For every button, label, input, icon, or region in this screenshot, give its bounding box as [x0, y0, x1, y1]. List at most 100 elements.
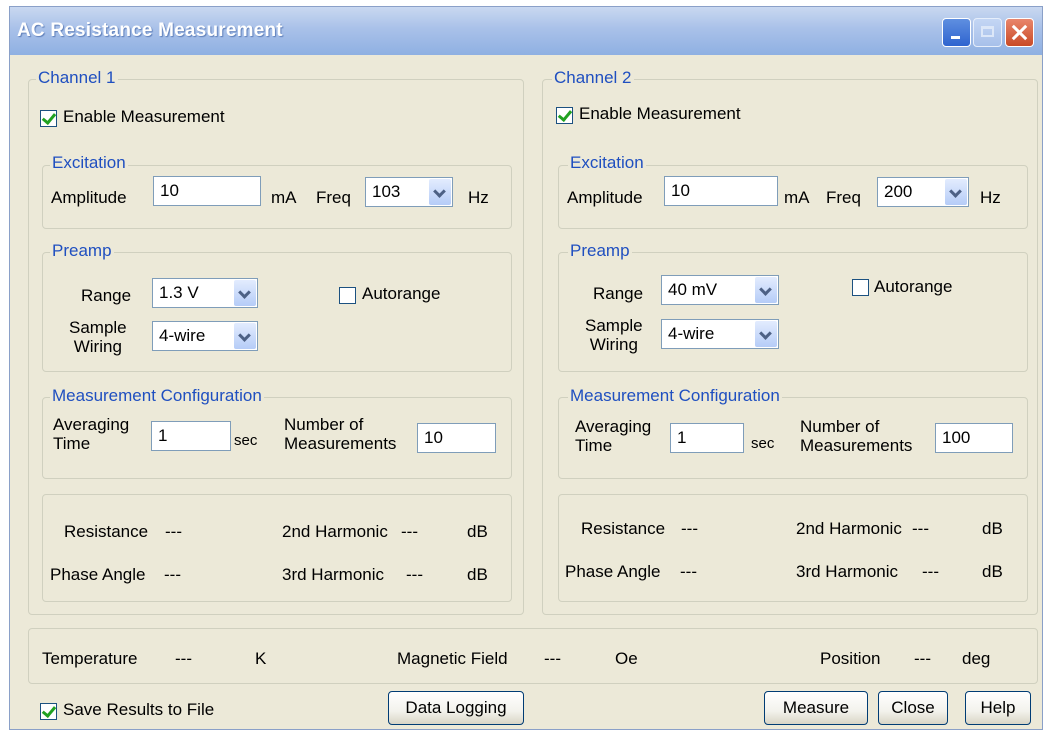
channel-2-enable-label: Enable Measurement: [579, 104, 741, 123]
channel-1-range-select[interactable]: 1.3 V: [152, 278, 258, 308]
channel-2-results-group: [558, 494, 1028, 602]
channel-1-h2-value: ---: [401, 522, 418, 541]
channel-1-amplitude-unit: mA: [271, 188, 297, 207]
channel-1-wiring-select[interactable]: 4-wire: [152, 321, 258, 351]
channel-2-config-label: Measurement Configuration: [568, 386, 782, 406]
minimize-button[interactable]: [942, 18, 971, 47]
channel-2-h2-unit: dB: [982, 519, 1003, 538]
position-label: Position: [820, 649, 881, 668]
channel-2-freq-value: 200: [884, 182, 913, 201]
chevron-down-icon[interactable]: [945, 179, 967, 205]
channel-1-results-group: [42, 494, 512, 602]
channel-2-range-value: 40 mV: [668, 280, 718, 299]
temperature-value: ---: [175, 649, 192, 668]
channel-1-amplitude-input[interactable]: 10: [153, 176, 261, 206]
channel-1-wiring-label: Sample Wiring: [69, 318, 127, 356]
magnetic-field-value: ---: [544, 649, 561, 668]
channel-1-h2-label: 2nd Harmonic: [282, 522, 388, 541]
save-results-label: Save Results to File: [63, 700, 215, 719]
channel-2-avg-label: Averaging Time: [575, 417, 651, 455]
chevron-down-icon[interactable]: [234, 323, 256, 349]
channel-2-avg-label-line-1: Averaging: [575, 417, 652, 436]
channel-1-avg-label-line-1: Averaging: [53, 415, 130, 434]
channel-2-h3-label: 3rd Harmonic: [796, 562, 899, 581]
channel-1-enable-label: Enable Measurement: [63, 107, 225, 126]
channel-1-resistance-value: ---: [165, 522, 182, 541]
channel-2-num-input[interactable]: 100: [935, 423, 1013, 453]
channel-2-avg-label-line-2: Time: [575, 436, 613, 455]
channel-1-freq-unit: Hz: [468, 188, 489, 207]
channel-2-amplitude-unit: mA: [784, 188, 810, 207]
channel-1-range-label: Range: [81, 286, 132, 305]
save-results-checkbox[interactable]: [40, 703, 57, 720]
channel-1-avg-input[interactable]: 1: [151, 421, 231, 451]
channel-2-freq-select[interactable]: 200: [877, 177, 969, 207]
channel-1-avg-label-line-2: Time: [53, 434, 91, 453]
channel-1-config-label: Measurement Configuration: [50, 386, 264, 406]
position-value: ---: [914, 649, 931, 668]
channel-1-phase-value: ---: [164, 565, 181, 584]
channel-1-freq-value: 103: [372, 182, 401, 201]
channel-1-resistance-label: Resistance: [64, 522, 149, 541]
channel-2-resistance-value: ---: [681, 519, 698, 538]
channel-2-preamp-group: [558, 252, 1028, 372]
close-window-button[interactable]: [1005, 18, 1034, 47]
channel-2-resistance-label: Resistance: [581, 519, 666, 538]
channel-2-freq-unit: Hz: [980, 188, 1001, 207]
maximize-icon: [981, 26, 994, 37]
dialog-window: AC Resistance Measurement Channel 1 Enab…: [9, 6, 1043, 730]
title-bar[interactable]: AC Resistance Measurement: [10, 7, 1042, 55]
chevron-down-icon[interactable]: [755, 277, 777, 303]
channel-1-wiring-value: 4-wire: [159, 326, 206, 345]
temperature-label: Temperature: [42, 649, 138, 668]
channel-2-enable-checkbox[interactable]: [556, 107, 573, 124]
channel-1-avg-unit: sec: [234, 432, 258, 449]
channel-1-num-input[interactable]: 10: [417, 423, 496, 453]
channel-1-amplitude-label: Amplitude: [51, 188, 127, 207]
channel-2-autorange-checkbox[interactable]: [852, 279, 869, 296]
channel-2-avg-input[interactable]: 1: [670, 423, 744, 453]
measure-button[interactable]: Measure: [764, 691, 868, 725]
channel-1-wiring-label-line-1: Sample: [69, 318, 127, 337]
minimize-icon: [951, 36, 960, 39]
chevron-down-icon[interactable]: [429, 179, 451, 205]
channel-1-autorange-checkbox[interactable]: [339, 287, 356, 304]
channel-1-h3-label: 3rd Harmonic: [282, 565, 385, 584]
help-button[interactable]: Help: [965, 691, 1031, 725]
channel-2-h3-value: ---: [922, 562, 939, 581]
channel-1-num-label-line-2: Measurements: [284, 434, 397, 453]
close-button[interactable]: Close: [878, 691, 948, 725]
channel-2-wiring-label-line-2: Wiring: [589, 335, 638, 354]
chevron-down-icon[interactable]: [755, 321, 777, 347]
channel-2-amplitude-input[interactable]: 10: [664, 176, 778, 206]
channel-1-num-label: Number of Measurements: [284, 415, 396, 453]
channel-2-autorange-label: Autorange: [874, 277, 953, 296]
channel-1-excitation-label: Excitation: [50, 153, 128, 173]
channel-2-phase-value: ---: [680, 562, 697, 581]
channel-2-num-label: Number of Measurements: [800, 417, 912, 455]
channel-2-range-label: Range: [593, 284, 644, 303]
magnetic-field-unit: Oe: [615, 649, 638, 668]
magnetic-field-label: Magnetic Field: [397, 649, 508, 668]
chevron-down-icon[interactable]: [234, 280, 256, 306]
channel-2-wiring-label-line-1: Sample: [585, 316, 643, 335]
data-logging-button[interactable]: Data Logging: [388, 691, 524, 725]
channel-2-h2-label: 2nd Harmonic: [796, 519, 902, 538]
channel-2-range-select[interactable]: 40 mV: [661, 275, 779, 305]
channel-1-avg-label: Averaging Time: [53, 415, 129, 453]
channel-2-num-label-line-1: Number of: [800, 417, 880, 436]
channel-1-label: Channel 1: [36, 68, 118, 88]
channel-2-phase-label: Phase Angle: [565, 562, 661, 581]
channel-1-h2-unit: dB: [467, 522, 488, 541]
channel-2-label: Channel 2: [552, 68, 634, 88]
channel-1-freq-select[interactable]: 103: [365, 177, 453, 207]
temperature-unit: K: [255, 649, 267, 668]
channel-2-freq-label: Freq: [826, 188, 861, 207]
channel-1-preamp-label: Preamp: [50, 241, 114, 261]
channel-1-enable-checkbox[interactable]: [40, 110, 57, 127]
channel-1-h3-unit: dB: [467, 565, 488, 584]
channel-2-wiring-select[interactable]: 4-wire: [661, 319, 779, 349]
channel-2-avg-unit: sec: [751, 435, 775, 452]
channel-2-wiring-value: 4-wire: [668, 324, 715, 343]
position-unit: deg: [962, 649, 991, 668]
